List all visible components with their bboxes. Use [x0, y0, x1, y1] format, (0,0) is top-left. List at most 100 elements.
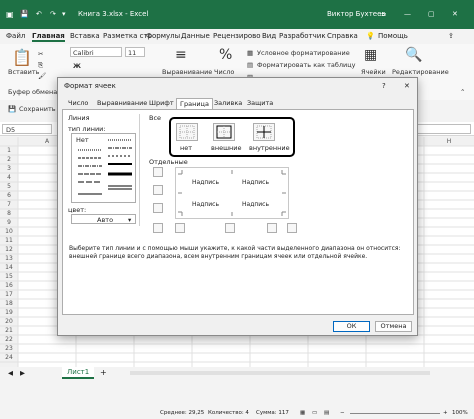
row-header[interactable]: 9: [0, 219, 18, 226]
row-header[interactable]: 6: [0, 192, 18, 199]
tab-review[interactable]: Рецензирово: [213, 32, 261, 40]
row-header[interactable]: 5: [0, 183, 18, 190]
cut-icon[interactable]: ✂: [38, 50, 43, 58]
border-middle-horizontal-button[interactable]: [153, 185, 163, 195]
row-header[interactable]: 2: [0, 156, 18, 163]
copy-icon[interactable]: ⎘: [38, 61, 43, 70]
tab-help[interactable]: Справка: [327, 32, 358, 40]
format-table-button[interactable]: Форматировать как таблицу: [257, 61, 356, 69]
sheet-tab-active[interactable]: Лист1: [62, 367, 95, 379]
zoom-out-icon[interactable]: −: [340, 410, 345, 416]
tab-page-layout[interactable]: Разметка стр: [103, 32, 152, 40]
cancel-button[interactable]: Отмена: [375, 321, 412, 332]
border-right-button[interactable]: [267, 223, 277, 233]
collapse-ribbon-icon[interactable]: ⌃: [460, 88, 465, 96]
close-icon[interactable]: ✕: [452, 10, 458, 18]
tab-border[interactable]: Граница: [176, 98, 213, 109]
conditional-format-button[interactable]: Условное форматирование: [257, 49, 350, 57]
line-style-samples[interactable]: [72, 134, 135, 202]
row-header[interactable]: 24: [0, 354, 18, 361]
tab-formulas[interactable]: Формулы: [146, 32, 180, 40]
column-header-h[interactable]: H: [444, 138, 454, 145]
tab-insert[interactable]: Вставка: [70, 32, 100, 40]
tab-developer[interactable]: Разработчик: [279, 32, 326, 40]
customize-icon[interactable]: ▾: [62, 10, 66, 18]
row-header[interactable]: 17: [0, 291, 18, 298]
save-row-button[interactable]: Сохранить: [19, 105, 56, 113]
page-break-view-icon[interactable]: ▤: [324, 410, 329, 416]
tab-alignment[interactable]: Выравнивание: [94, 98, 150, 109]
tab-number[interactable]: Число: [65, 98, 91, 109]
border-middle-vertical-button[interactable]: [225, 223, 235, 233]
bold-button[interactable]: Ж: [73, 62, 81, 70]
border-bottom-button[interactable]: [153, 203, 163, 213]
border-diagonal-up-button[interactable]: [153, 223, 163, 233]
row-header[interactable]: 1: [0, 147, 18, 154]
autosave-icon[interactable]: ▣: [6, 10, 14, 19]
line-style-list[interactable]: Нет: [71, 133, 136, 203]
zoom-in-icon[interactable]: +: [443, 410, 448, 416]
tab-fill[interactable]: Заливка: [211, 98, 245, 109]
maximize-icon[interactable]: ▢: [428, 10, 435, 18]
alignment-icon[interactable]: ≡: [175, 47, 187, 63]
border-left-button[interactable]: [175, 223, 185, 233]
tab-font[interactable]: Шрифт: [146, 98, 177, 109]
paste-button[interactable]: Вставить: [8, 68, 39, 76]
cells-icon[interactable]: ▦: [364, 47, 377, 63]
tab-view[interactable]: Вид: [262, 32, 276, 40]
name-box[interactable]: D5: [2, 124, 52, 134]
ribbon-display-icon[interactable]: ▭: [380, 10, 387, 18]
tab-protection[interactable]: Защита: [244, 98, 276, 109]
border-top-button[interactable]: [153, 167, 163, 177]
tab-file[interactable]: Файл: [6, 32, 25, 40]
format-painter-icon[interactable]: 🖌: [38, 72, 46, 80]
undo-icon[interactable]: ↶: [36, 10, 42, 18]
row-header[interactable]: 21: [0, 327, 18, 334]
number-icon[interactable]: %: [219, 47, 232, 63]
editing-icon[interactable]: 🔍: [405, 47, 422, 63]
row-header[interactable]: 19: [0, 309, 18, 316]
tab-data[interactable]: Данные: [181, 32, 210, 40]
dialog-close-button[interactable]: ✕: [404, 82, 410, 90]
cells-button[interactable]: Ячейки: [361, 68, 386, 76]
preset-none-button[interactable]: [176, 123, 198, 141]
row-header[interactable]: 16: [0, 282, 18, 289]
border-preview[interactable]: Надпись Надпись Надпись Надпись: [175, 167, 289, 219]
help-button[interactable]: ?: [382, 82, 386, 90]
paste-icon[interactable]: 📋: [12, 48, 32, 67]
tab-tell-me[interactable]: Помощь: [378, 32, 408, 40]
normal-view-icon[interactable]: ▦: [300, 410, 305, 416]
redo-icon[interactable]: ↷: [50, 10, 56, 18]
horizontal-scrollbar[interactable]: [130, 371, 430, 375]
save-icon[interactable]: 💾: [20, 10, 29, 18]
row-header[interactable]: 8: [0, 210, 18, 217]
row-header[interactable]: 12: [0, 246, 18, 253]
row-header[interactable]: 15: [0, 273, 18, 280]
row-header[interactable]: 7: [0, 201, 18, 208]
user-name[interactable]: Виктор Бухтеев: [327, 10, 386, 18]
border-diagonal-down-button[interactable]: [287, 223, 297, 233]
row-header[interactable]: 18: [0, 300, 18, 307]
row-header[interactable]: 13: [0, 255, 18, 262]
add-sheet-button[interactable]: +: [100, 368, 107, 377]
zoom-level[interactable]: 100%: [452, 410, 468, 416]
ok-button[interactable]: ОК: [333, 321, 370, 332]
color-select[interactable]: Авто ▾: [71, 214, 136, 224]
number-button[interactable]: Число: [214, 68, 234, 76]
preset-inside-button[interactable]: [253, 123, 275, 141]
row-header[interactable]: 20: [0, 318, 18, 325]
row-header[interactable]: 14: [0, 264, 18, 271]
row-header[interactable]: 4: [0, 174, 18, 181]
row-header[interactable]: 3: [0, 165, 18, 172]
minimize-icon[interactable]: —: [404, 10, 411, 18]
row-header[interactable]: 23: [0, 345, 18, 352]
sheet-next-icon[interactable]: ▶: [20, 369, 25, 377]
tab-home[interactable]: Главная: [32, 32, 65, 42]
sheet-prev-icon[interactable]: ◀: [8, 369, 13, 377]
share-icon[interactable]: ⇪: [448, 32, 454, 40]
page-layout-view-icon[interactable]: ▭: [312, 410, 317, 416]
row-header[interactable]: 10: [0, 228, 18, 235]
font-size-select[interactable]: 11: [125, 47, 145, 57]
row-header[interactable]: 22: [0, 336, 18, 343]
zoom-slider[interactable]: [350, 413, 440, 414]
